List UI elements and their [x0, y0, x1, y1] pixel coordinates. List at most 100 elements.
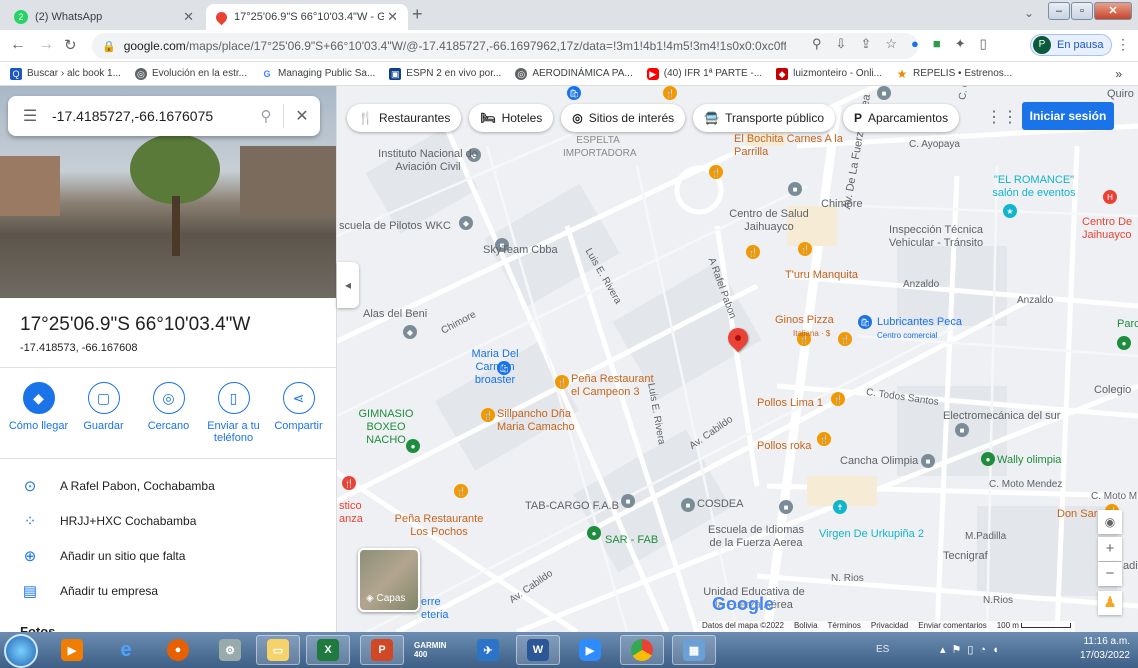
tab-google-maps[interactable]: 17°25'06.9"S 66°10'03.4"W - Goo ✕	[206, 4, 408, 30]
language-indicator[interactable]: ES	[876, 644, 889, 655]
extension-c-icon[interactable]: ●	[911, 36, 919, 52]
park-pin-icon[interactable]: ●	[1117, 336, 1131, 350]
more-bookmarks-button[interactable]: »	[1115, 67, 1122, 81]
side-panel-icon[interactable]: ▯	[980, 36, 987, 52]
new-tab-button[interactable]: +	[412, 4, 423, 25]
building-pin-icon[interactable]: ■	[877, 86, 891, 100]
extension-s-icon[interactable]: ■	[933, 36, 941, 52]
send-to-phone-button[interactable]: ▯ Enviar a tu teléfono	[203, 382, 265, 444]
extensions-puzzle-icon[interactable]: ✦	[955, 36, 966, 52]
tab-whatsapp[interactable]: 2 (2) WhatsApp ✕	[4, 4, 204, 30]
reload-icon[interactable]: ↻	[64, 36, 77, 54]
privacy-link[interactable]: Privacidad	[871, 621, 908, 632]
share-page-icon[interactable]: ⇪	[860, 36, 871, 52]
restaurant-pin-icon[interactable]: 🍴	[481, 408, 495, 422]
restaurant-pin-icon[interactable]: 🍴	[817, 432, 831, 446]
save-button[interactable]: ▢ Guardar	[73, 382, 135, 444]
browser-menu-icon[interactable]: ⋮	[1116, 36, 1130, 53]
scale-bar[interactable]: 100 m	[997, 621, 1072, 632]
restaurant-pin-icon[interactable]: 🍴	[746, 245, 760, 259]
church-pin-icon[interactable]: ✝	[833, 500, 847, 514]
taskbar-firefox[interactable]: ●	[156, 635, 200, 665]
plus-code-row[interactable]: ⁘ HRJJ+HXC Cochabamba	[0, 504, 336, 538]
shopping-pin-icon[interactable]: 🛍	[567, 86, 581, 100]
zoom-out-button[interactable]: −	[1098, 562, 1122, 586]
chip-hotels[interactable]: 🛏 Hoteles	[469, 104, 554, 132]
search-icon[interactable]: ⚲	[249, 107, 283, 125]
taskbar-zoom[interactable]: ▶	[568, 635, 612, 665]
bookmark-item[interactable]: ▶ (40) IFR 1ª PARTE -...	[646, 67, 762, 80]
chip-transit[interactable]: 🚍 Transporte público	[693, 104, 836, 132]
location-icon[interactable]: ⚲	[812, 36, 822, 52]
event-pin-icon[interactable]: ★	[1003, 204, 1017, 218]
park-pin-icon[interactable]: ●	[587, 526, 601, 540]
taskbar-word[interactable]: W	[516, 635, 560, 665]
share-button[interactable]: ⋖ Compartir	[268, 382, 330, 444]
close-icon[interactable]: ✕	[284, 106, 320, 126]
building-pin-icon[interactable]: ■	[681, 498, 695, 512]
bookmark-item[interactable]: ◎ Evolución en la estr...	[134, 67, 247, 80]
building-pin-icon[interactable]: ■	[621, 494, 635, 508]
shopping-pin-icon[interactable]: 🛍	[858, 315, 872, 329]
profile-button[interactable]: P En pausa	[1030, 34, 1113, 56]
taskbar-excel[interactable]: X	[306, 635, 350, 665]
taskbar-powerpoint[interactable]: P	[360, 635, 404, 665]
address-row[interactable]: ⊙ A Rafel Pabon, Cochabamba	[0, 469, 336, 503]
restaurant-pin-icon[interactable]: 🍴	[709, 165, 723, 179]
bookmark-item[interactable]: ◎ AERODINÁMICA PA...	[515, 67, 633, 80]
building-pin-icon[interactable]: ■	[921, 454, 935, 468]
taskbar-garmin[interactable]: GARMIN 400	[414, 635, 458, 665]
chip-attractions[interactable]: ◎ Sitios de interés	[561, 104, 686, 132]
park-pin-icon[interactable]: ●	[981, 452, 995, 466]
bookmark-item[interactable]: ▣ ESPN 2 en vivo por...	[389, 67, 501, 80]
pegman-icon[interactable]: ♟	[1098, 591, 1122, 615]
nearby-button[interactable]: ◎ Cercano	[138, 382, 200, 444]
building-pin-icon[interactable]: ■	[788, 182, 802, 196]
bookmark-item[interactable]: ◆ luizmonteiro - Onli...	[776, 67, 882, 80]
terms-link[interactable]: Términos	[828, 621, 861, 632]
add-place-row[interactable]: ⊕ Añadir un sitio que falta	[0, 539, 336, 573]
sign-in-button[interactable]: Iniciar sesión	[1022, 102, 1114, 130]
restaurant-pin-icon[interactable]: 🍴	[831, 392, 845, 406]
my-location-button[interactable]: ◉	[1098, 510, 1122, 534]
system-tray-icons[interactable]: ▴⚑▯◔◖	[940, 643, 1005, 656]
chip-parking[interactable]: P Aparcamientos	[843, 104, 960, 132]
bookmark-item[interactable]: G Managing Public Sa...	[261, 67, 375, 80]
school-pin-icon[interactable]: ◆	[403, 325, 417, 339]
star-icon[interactable]: ☆	[885, 36, 897, 52]
restaurant-pin-icon[interactable]: 🍴	[555, 375, 569, 389]
close-tab-icon[interactable]: ✕	[183, 9, 194, 25]
hospital-pin-icon[interactable]: H	[1103, 190, 1117, 204]
clock[interactable]: 11:16 a.m. 17/03/2022	[1080, 635, 1130, 663]
forward-icon[interactable]: →	[38, 36, 54, 54]
zoom-in-button[interactable]: +	[1098, 537, 1122, 561]
restaurant-pin-icon[interactable]: 🍴	[663, 86, 677, 100]
chip-restaurants[interactable]: 🍴 Restaurantes	[347, 104, 462, 132]
start-button[interactable]	[4, 634, 38, 668]
taskbar-explorer[interactable]: ▭	[256, 635, 300, 665]
collapse-panel-button[interactable]: ◂	[337, 262, 359, 308]
restaurant-pin-icon[interactable]: 🍴	[342, 476, 356, 490]
maximize-button[interactable]: ▫	[1071, 2, 1093, 20]
restaurant-pin-icon[interactable]: 🍴	[454, 484, 468, 498]
building-pin-icon[interactable]: ■	[955, 423, 969, 437]
close-window-button[interactable]: ✕	[1094, 2, 1132, 20]
minimize-button[interactable]: –	[1048, 2, 1070, 20]
close-tab-icon[interactable]: ✕	[387, 9, 398, 25]
layers-button[interactable]: ◈ Capas	[358, 548, 420, 612]
taskbar-chrome[interactable]	[620, 635, 664, 665]
bookmark-item[interactable]: Q Buscar › alc book 1...	[10, 67, 121, 80]
map-canvas[interactable]: 🍴 ■ ◆ ◆ ■ 🍴 🍴 🍴 🍴 🛍 ◆ 🛍 🍴 🍴 ■ 🍴 ● 🍴 ■ ● …	[337, 86, 1138, 632]
feedback-link[interactable]: Enviar comentarios	[918, 621, 986, 632]
school-pin-icon[interactable]: ◆	[459, 216, 473, 230]
menu-icon[interactable]: ☰	[8, 106, 52, 126]
taskbar-media-player[interactable]: ▶	[50, 635, 94, 665]
address-bar[interactable]: 🔒 google.com /maps/place/17°25'06.9"S+66…	[92, 33, 918, 59]
restaurant-pin-icon[interactable]: 🍴	[798, 242, 812, 256]
building-pin-icon[interactable]: ■	[779, 500, 793, 514]
directions-button[interactable]: ◆ Cómo llegar	[8, 382, 70, 444]
tab-search-icon[interactable]: ⌄	[1024, 6, 1034, 20]
taskbar-flight-app[interactable]: ✈	[466, 635, 510, 665]
search-input[interactable]: -17.4185727,-66.1676075	[52, 108, 249, 124]
back-icon[interactable]: ←	[10, 36, 26, 54]
